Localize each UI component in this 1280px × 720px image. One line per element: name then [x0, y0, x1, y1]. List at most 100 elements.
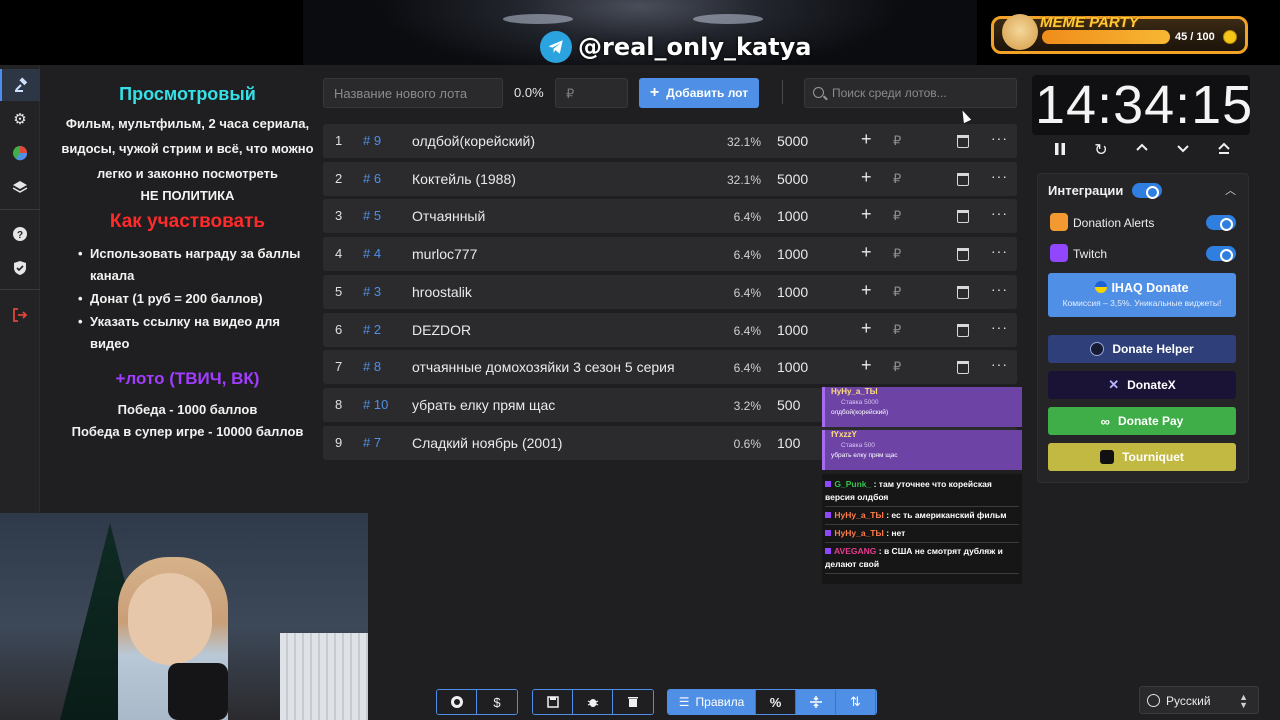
telegram-handle: @real_only_katya	[540, 30, 811, 64]
lot-name[interactable]: DEZDOR	[412, 322, 471, 338]
more-icon[interactable]: ···	[991, 356, 1008, 372]
tourniquet-button[interactable]: Tourniquet	[1048, 443, 1236, 471]
lot-amount[interactable]: 1000	[777, 284, 808, 300]
sort-icon[interactable]: ⇅	[836, 690, 876, 714]
more-icon[interactable]: ···	[991, 243, 1008, 259]
lot-name[interactable]: убрать елку прям щас	[412, 397, 555, 413]
donation-alerts-toggle[interactable]	[1206, 215, 1236, 231]
add-amount-icon[interactable]: +	[861, 280, 872, 301]
double-up-icon[interactable]	[1214, 141, 1234, 161]
lot-row[interactable]: 5 # 3 hroostalik 6.4% 1000 + ₽ ···	[323, 274, 1017, 309]
lot-name[interactable]: Сладкий ноябрь (2001)	[412, 435, 562, 451]
more-icon[interactable]: ···	[991, 205, 1008, 221]
more-icon[interactable]: ···	[991, 130, 1008, 146]
twitch-badge-icon	[825, 548, 831, 554]
gear-icon[interactable]: ⚙	[0, 103, 40, 135]
lot-id: # 9	[363, 133, 382, 148]
add-amount-icon[interactable]: +	[861, 242, 872, 263]
lot-name[interactable]: hroostalik	[412, 284, 472, 300]
percent-toggle[interactable]: %	[756, 690, 796, 714]
lot-name[interactable]: murloc777	[412, 246, 477, 262]
ihaq-donate-button[interactable]: IHAQ Donate Комиссия – 3,5%. Уникальные …	[1048, 273, 1236, 317]
donate-pay-button[interactable]: ∞ Donate Pay	[1048, 407, 1236, 435]
new-lot-amount-input[interactable]: ₽	[555, 78, 628, 108]
webcam-feed	[0, 513, 368, 720]
more-icon[interactable]: ···	[991, 168, 1008, 184]
auction-icon[interactable]	[0, 69, 40, 101]
trash-icon[interactable]	[957, 285, 969, 299]
more-icon[interactable]: ···	[991, 319, 1008, 335]
shield-icon[interactable]	[0, 252, 40, 284]
lot-id: # 4	[363, 246, 382, 262]
rules-title: Просмотровый	[119, 84, 256, 104]
lot-row[interactable]: 6 # 2 DEZDOR 6.4% 1000 + ₽ ···	[323, 312, 1017, 347]
lot-index: 2	[335, 170, 343, 186]
lot-name[interactable]: Коктейль (1988)	[412, 171, 516, 187]
add-amount-icon[interactable]: +	[861, 318, 872, 339]
compress-icon[interactable]	[796, 690, 836, 714]
rules-button[interactable]: ☰ Правила	[668, 690, 756, 714]
lot-name[interactable]: отчаянные домохозяйки 3 сезон 5 серия	[412, 359, 675, 375]
lot-amount[interactable]: 1000	[777, 322, 808, 338]
new-lot-name-input[interactable]: Название нового лота	[323, 78, 503, 108]
lot-amount[interactable]: 1000	[777, 208, 808, 224]
donation-alerts-icon	[1050, 213, 1068, 231]
search-input[interactable]: Поиск среди лотов...	[804, 78, 1017, 108]
help-icon[interactable]: ?	[0, 218, 40, 250]
lot-percent: 6.4%	[733, 285, 761, 300]
donatex-button[interactable]: ✕ DonateX	[1048, 371, 1236, 399]
top-banner: @real_only_katya MEME PARTY 45 / 100	[0, 0, 1280, 65]
language-select[interactable]: Русский ▲ ▼	[1139, 686, 1259, 714]
save-icon[interactable]	[533, 690, 573, 714]
reset-icon[interactable]: ↻	[1091, 141, 1111, 161]
lot-row[interactable]: 3 # 5 Отчаянный 6.4% 1000 + ₽ ···	[323, 199, 1017, 234]
stats-icon[interactable]	[0, 137, 40, 169]
add-amount-icon[interactable]: +	[861, 167, 872, 188]
clear-icon[interactable]	[613, 690, 653, 714]
add-amount-icon[interactable]: +	[861, 129, 872, 150]
integrations-toggle[interactable]	[1132, 183, 1162, 199]
lot-amount[interactable]: 1000	[777, 246, 808, 262]
currency-icon[interactable]: ₽	[893, 322, 901, 338]
logout-icon[interactable]	[0, 299, 40, 331]
lot-name[interactable]: Отчаянный	[412, 208, 485, 224]
pause-icon[interactable]	[1050, 141, 1070, 161]
currency-icon[interactable]: ₽	[893, 246, 901, 262]
trash-icon[interactable]	[957, 361, 969, 375]
lot-amount[interactable]: 5000	[777, 171, 808, 187]
trash-icon[interactable]	[957, 248, 969, 262]
chevron-down-icon[interactable]	[1173, 141, 1193, 161]
lot-amount[interactable]: 500	[777, 397, 800, 413]
add-amount-icon[interactable]: +	[861, 355, 872, 376]
lot-row[interactable]: 2 # 6 Коктейль (1988) 32.1% 5000 + ₽ ···	[323, 161, 1017, 196]
donation-user: НуНу_а_ТЫ	[831, 387, 878, 396]
chevron-up-icon[interactable]: ︿	[1225, 182, 1236, 198]
layers-icon[interactable]	[0, 171, 40, 203]
trash-icon[interactable]	[957, 135, 969, 148]
currency-icon[interactable]: ₽	[893, 359, 901, 375]
more-icon[interactable]: ···	[991, 281, 1008, 297]
add-lot-button[interactable]: + Добавить лот	[639, 78, 759, 108]
chevron-up-icon[interactable]	[1132, 141, 1152, 161]
bug-icon[interactable]	[573, 690, 613, 714]
currency-icon[interactable]: ₽	[893, 208, 901, 224]
donate-icon[interactable]: $	[477, 690, 517, 714]
lot-row[interactable]: 7 # 8 отчаянные домохозяйки 3 сезон 5 сери…	[323, 350, 1017, 385]
lot-amount[interactable]: 100	[777, 435, 800, 451]
currency-icon[interactable]: ₽	[893, 133, 901, 149]
lot-amount[interactable]: 1000	[777, 359, 808, 375]
currency-icon[interactable]: ₽	[893, 284, 901, 300]
donate-helper-button[interactable]: Donate Helper	[1048, 335, 1236, 363]
trash-icon[interactable]	[957, 210, 969, 224]
lot-row[interactable]: 1 # 9 олдбой(корейский) 32.1% 5000 + ₽ ···	[323, 124, 1017, 158]
lot-percent: 6.4%	[733, 248, 761, 263]
lot-row[interactable]: 4 # 4 murloc777 6.4% 1000 + ₽ ···	[323, 237, 1017, 272]
lot-name[interactable]: олдбой(корейский)	[412, 133, 535, 149]
add-amount-icon[interactable]: +	[861, 204, 872, 225]
currency-icon[interactable]: ₽	[893, 171, 901, 187]
trash-icon[interactable]	[957, 323, 969, 337]
github-icon[interactable]	[437, 690, 477, 714]
trash-icon[interactable]	[957, 172, 969, 186]
lot-amount[interactable]: 5000	[777, 133, 808, 149]
twitch-toggle[interactable]	[1206, 246, 1236, 262]
